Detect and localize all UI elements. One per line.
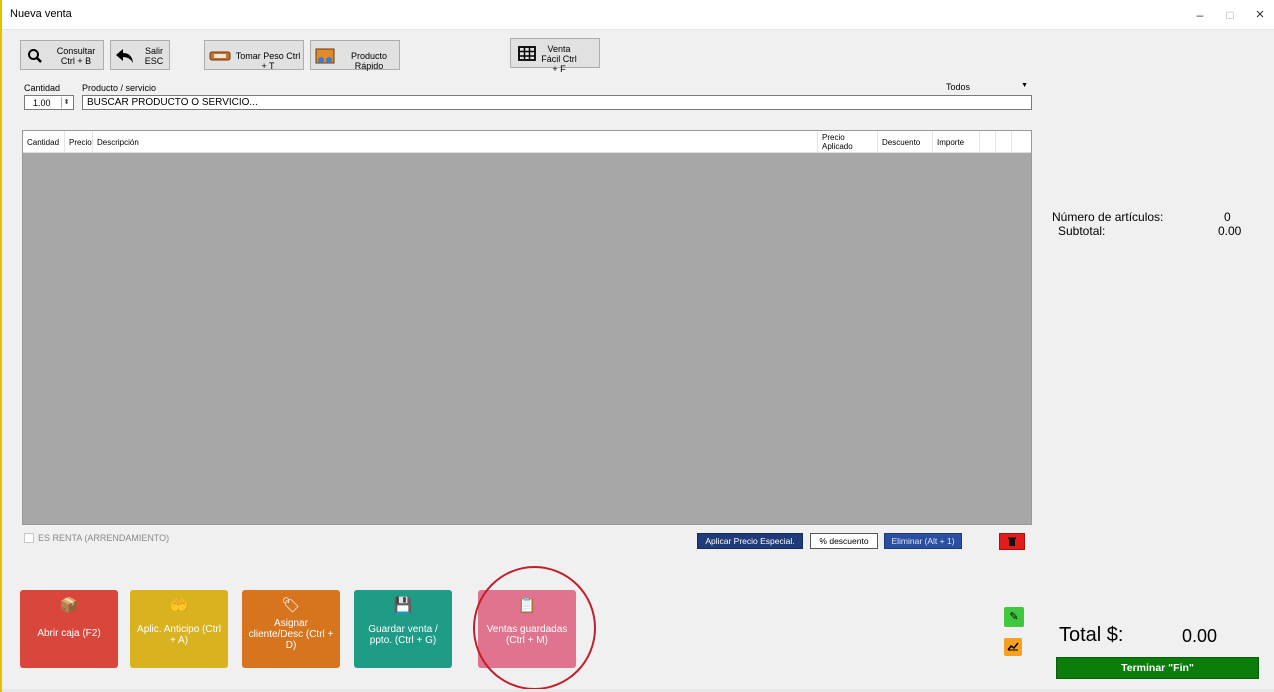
col-importe[interactable]: Importe: [933, 131, 980, 153]
terminar-button[interactable]: Terminar "Fin": [1056, 657, 1259, 679]
chart-icon[interactable]: [1004, 638, 1022, 656]
app-window: Nueva venta – □ × Consultar Ctrl + B Sal…: [0, 0, 1274, 692]
num-articulos-value: 0: [1224, 210, 1231, 224]
consultar-button[interactable]: Consultar Ctrl + B: [20, 40, 104, 70]
tomar-peso-label: Tomar Peso Ctrl + T: [235, 51, 301, 71]
scale-icon: [209, 51, 231, 61]
quantity-stepper[interactable]: 1.00 ⬍: [24, 95, 74, 110]
num-articulos-label: Número de artículos:: [1052, 210, 1164, 224]
subtotal-value: 0.00: [1218, 224, 1242, 238]
close-button[interactable]: ×: [1245, 4, 1274, 26]
ticket-icon[interactable]: ✎: [1004, 607, 1024, 627]
filter-value: Todos: [946, 82, 971, 92]
maximize-button[interactable]: □: [1215, 4, 1245, 26]
box-icon: 📦: [59, 597, 79, 614]
producto-label: Producto / servicio: [82, 83, 157, 93]
window-title: Nueva venta: [10, 8, 72, 20]
aplicar-anticipo-button[interactable]: 🤲 Aplic. Anticipo (Ctrl + A): [130, 590, 228, 668]
producto-rapido-button[interactable]: Producto Rápido: [310, 40, 400, 71]
col-extra-1: [980, 131, 996, 153]
salir-button[interactable]: Salir ESC: [110, 40, 170, 70]
tag-icon: 🏷: [281, 597, 301, 614]
guardar-venta-label: Guardar venta / ppto. (Ctrl + G): [368, 624, 438, 646]
es-renta-option[interactable]: ES RENTA (ARRENDAMIENTO): [24, 533, 169, 543]
salir-label: Salir ESC: [144, 46, 164, 66]
tomar-peso-button[interactable]: Tomar Peso Ctrl + T: [204, 40, 304, 71]
filter-select[interactable]: Todos ▼: [942, 80, 1032, 94]
guardar-venta-button[interactable]: 💾 Guardar venta / ppto. (Ctrl + G): [354, 590, 452, 668]
back-arrow-icon: [116, 49, 133, 63]
descuento-button[interactable]: % descuento: [810, 533, 878, 549]
search-icon: [28, 49, 42, 63]
producto-rapido-label: Producto Rápido: [350, 51, 388, 71]
subtotal-label: Subtotal:: [1058, 224, 1106, 238]
spinner-arrows-icon[interactable]: ⬍: [61, 97, 71, 108]
aplicar-anticipo-label: Aplic. Anticipo (Ctrl + A): [137, 624, 221, 646]
sale-items-grid[interactable]: Cantidad Precio Descripción Precio Aplic…: [22, 130, 1032, 525]
es-renta-label: ES RENTA (ARRENDAMIENTO): [38, 533, 170, 543]
asignar-cliente-label: Asignar cliente/Desc (Ctrl + D): [248, 618, 334, 651]
product-search-input[interactable]: BUSCAR PRODUCTO O SERVICIO...: [82, 95, 1032, 110]
venta-facil-label: Venta Fácil Ctrl + F: [541, 44, 577, 74]
product-box-icon: [315, 48, 335, 64]
col-descripcion[interactable]: Descripción: [93, 131, 818, 153]
abrir-caja-label: Abrir caja (F2): [37, 628, 101, 639]
chart-line-icon: [1007, 642, 1019, 651]
col-cantidad[interactable]: Cantidad: [23, 131, 65, 153]
chevron-down-icon: ▼: [1021, 82, 1028, 89]
es-renta-checkbox[interactable]: [24, 533, 34, 543]
col-precio-aplicado[interactable]: Precio Aplicado: [818, 131, 878, 153]
col-extra-2: [996, 131, 1012, 153]
grid-table-icon: [518, 46, 536, 61]
minimize-button[interactable]: –: [1185, 4, 1215, 26]
total-label: Total $:: [1059, 624, 1124, 646]
total-value: 0.00: [1182, 626, 1218, 646]
col-descuento[interactable]: Descuento: [878, 131, 933, 153]
trash-icon: [1008, 537, 1016, 546]
highlight-circle: [473, 566, 596, 690]
eliminar-button[interactable]: Eliminar (Alt + 1): [884, 533, 962, 549]
venta-facil-button[interactable]: Venta Fácil Ctrl + F: [510, 38, 600, 74]
save-icon: 💾: [393, 597, 413, 614]
col-precio[interactable]: Precio: [65, 131, 93, 153]
delete-button[interactable]: [999, 533, 1025, 550]
coin-hand-icon: 🤲: [169, 597, 189, 614]
asignar-cliente-button[interactable]: 🏷 Asignar cliente/Desc (Ctrl + D): [242, 590, 340, 668]
consultar-label: Consultar Ctrl + B: [56, 46, 96, 66]
aplicar-precio-button[interactable]: Aplicar Precio Especial.: [697, 533, 803, 549]
grid-header: Cantidad Precio Descripción Precio Aplic…: [23, 131, 1031, 153]
title-bar: Nueva venta – □ ×: [2, 0, 1274, 30]
quantity-value: 1.00: [33, 98, 51, 108]
cantidad-label: Cantidad: [24, 83, 61, 93]
abrir-caja-button[interactable]: 📦 Abrir caja (F2): [20, 590, 118, 668]
